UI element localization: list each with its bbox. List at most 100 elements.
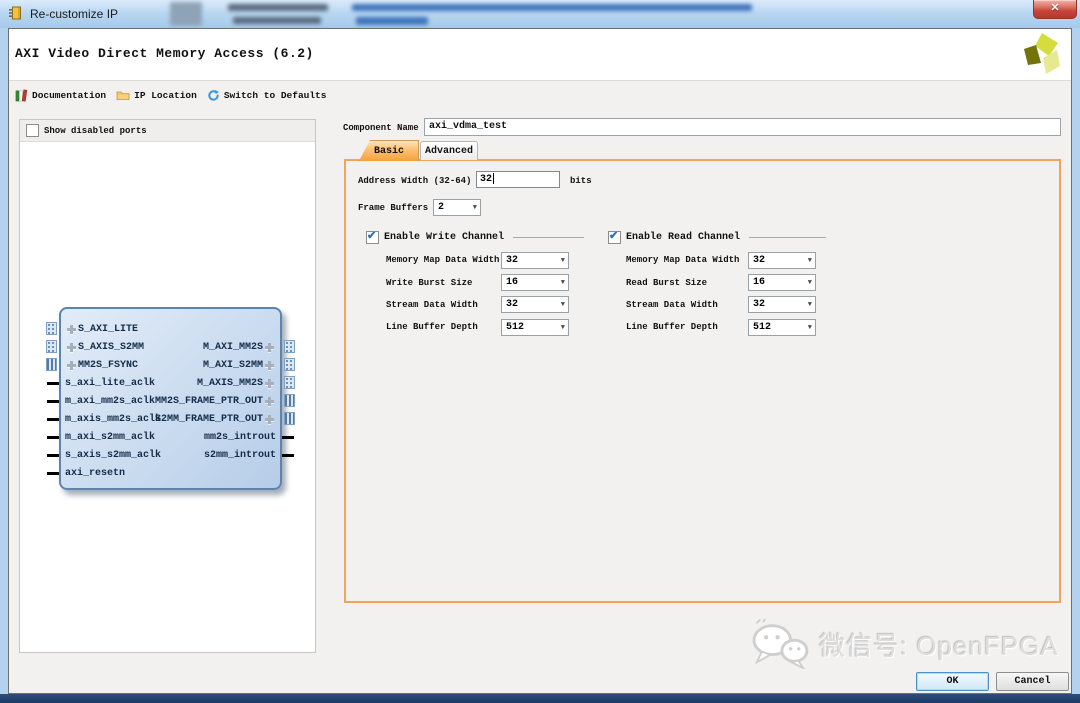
port-label: s_axis_s2mm_aclk: [65, 450, 161, 461]
write-line-buffer-depth-dropdown[interactable]: 512▼: [501, 319, 569, 336]
enable-write-channel-row: ✔ Enable Write Channel: [366, 231, 584, 244]
port-row: m_axis_mm2s_aclk: [65, 410, 161, 428]
background-window-artifact: [233, 17, 321, 24]
port-label: MM2S_FSYNC: [78, 360, 138, 371]
port-label: m_axi_s2mm_aclk: [65, 432, 155, 443]
interface-pin-icon: [46, 340, 57, 353]
toolbar: Documentation IP Location Switch to Defa…: [9, 81, 1071, 109]
port-row: S_AXI_LITE: [65, 320, 161, 338]
write-stream-data-width-dropdown[interactable]: 32▼: [501, 296, 569, 313]
watermark: 微信号: OpenFPGA: [749, 619, 1059, 669]
field-label: Read Burst Size: [626, 278, 748, 288]
dropdown-arrow-icon: ▼: [808, 257, 812, 266]
port-row: S2MM_FRAME_PTR_OUT: [155, 410, 276, 428]
page-title: AXI Video Direct Memory Access (6.2): [15, 46, 314, 61]
read-mm-data-width-dropdown[interactable]: 32▼: [748, 252, 816, 269]
expand-plus-icon[interactable]: [67, 325, 76, 334]
ip-location-button[interactable]: IP Location: [116, 89, 197, 101]
enable-write-channel-checkbox[interactable]: ✔: [366, 231, 379, 244]
block-left-ports: S_AXI_LITE S_AXIS_S2MM MM2S_FSYNC s_axi_…: [65, 320, 161, 483]
dropdown-arrow-icon: ▼: [561, 301, 565, 310]
cancel-button[interactable]: Cancel: [996, 672, 1069, 691]
field-row: Stream Data Width 32▼: [626, 294, 816, 316]
frame-buffers-dropdown[interactable]: 2 ▼: [433, 199, 481, 216]
pin-stub-icon: [47, 382, 59, 385]
port-label: M_AXI_S2MM: [203, 360, 263, 371]
dropdown-arrow-icon: ▼: [808, 324, 812, 333]
write-burst-size-dropdown[interactable]: 16▼: [501, 274, 569, 291]
write-mm-data-width-dropdown[interactable]: 32▼: [501, 252, 569, 269]
port-label: s2mm_introut: [204, 450, 276, 461]
folder-icon: [116, 89, 130, 101]
ip-chip-icon: [8, 5, 24, 21]
window-title: Re-customize IP: [30, 7, 118, 21]
pin-stub-icon: [47, 436, 59, 439]
port-diagram-panel: Show disabled ports S_AXI_LITE S_AXIS_S2…: [19, 119, 316, 653]
field-row: Line Buffer Depth 512▼: [386, 316, 569, 338]
component-name-label: Component Name: [343, 123, 419, 133]
expand-plus-icon[interactable]: [265, 361, 274, 370]
tab-basic[interactable]: Basic: [359, 140, 419, 161]
pin-stub-icon: [47, 400, 59, 403]
dropdown-arrow-icon: ▼: [561, 279, 565, 288]
expand-plus-icon[interactable]: [265, 397, 274, 406]
background-window-artifact: [228, 4, 328, 11]
read-burst-size-dropdown[interactable]: 16▼: [748, 274, 816, 291]
dialog-header: AXI Video Direct Memory Access (6.2): [9, 29, 1071, 81]
refresh-icon: [207, 89, 220, 102]
interface-pin-icon: [46, 322, 57, 335]
read-stream-data-width-dropdown[interactable]: 32▼: [748, 296, 816, 313]
interface-pin-icon: [284, 412, 295, 425]
ok-button[interactable]: OK: [916, 672, 989, 691]
field-label: Line Buffer Depth: [626, 322, 748, 332]
port-label: S_AXIS_S2MM: [78, 342, 144, 353]
read-channel-fields: Memory Map Data Width 32▼ Read Burst Siz…: [626, 249, 816, 339]
address-width-label: Address Width (32-64): [358, 176, 471, 186]
interface-pin-icon: [46, 358, 57, 371]
watermark-text: 微信号: OpenFPGA: [819, 626, 1059, 663]
tab-advanced[interactable]: Advanced: [420, 141, 478, 160]
checkmark-icon: ✔: [367, 229, 376, 242]
port-row: s_axis_s2mm_aclk: [65, 447, 161, 465]
expand-plus-icon[interactable]: [67, 361, 76, 370]
port-row: s_axi_lite_aclk: [65, 374, 161, 392]
expand-plus-icon[interactable]: [265, 415, 274, 424]
close-icon[interactable]: ✕: [1033, 0, 1077, 19]
field-label: Line Buffer Depth: [386, 322, 501, 332]
port-label: S_AXI_LITE: [78, 324, 138, 335]
expand-plus-icon[interactable]: [265, 343, 274, 352]
address-width-input[interactable]: 32: [476, 171, 560, 188]
field-label: Memory Map Data Width: [386, 255, 501, 265]
switch-to-defaults-button[interactable]: Switch to Defaults: [207, 89, 327, 102]
port-label: s_axi_lite_aclk: [65, 378, 155, 389]
xilinx-logo-icon: [1021, 32, 1061, 78]
frame-buffers-label: Frame Buffers: [358, 203, 428, 213]
window-titlebar[interactable]: Re-customize IP ✕: [0, 0, 1080, 28]
expand-plus-icon[interactable]: [67, 343, 76, 352]
block-right-ports: M_AXI_MM2S M_AXI_S2MM M_AXIS_MM2S MM2S_F…: [155, 338, 276, 465]
dropdown-arrow-icon: ▼: [561, 324, 565, 333]
show-disabled-ports-label: Show disabled ports: [44, 126, 147, 136]
background-window-artifact: [170, 2, 202, 26]
interface-pin-icon: [284, 340, 295, 353]
books-icon: [15, 89, 28, 102]
port-row: MM2S_FSYNC: [65, 356, 161, 374]
enable-read-channel-checkbox[interactable]: ✔: [608, 231, 621, 244]
pin-stub-icon: [47, 472, 59, 475]
port-row: M_AXIS_MM2S: [155, 374, 276, 392]
port-label: S2MM_FRAME_PTR_OUT: [155, 414, 263, 425]
port-label: m_axis_mm2s_aclk: [65, 414, 161, 425]
dropdown-arrow-icon: ▼: [473, 204, 477, 213]
port-row: axi_resetn: [65, 465, 161, 483]
text-caret: [493, 173, 494, 184]
read-line-buffer-depth-dropdown[interactable]: 512▼: [748, 319, 816, 336]
component-name-input[interactable]: axi_vdma_test: [424, 118, 1061, 136]
show-disabled-ports-checkbox[interactable]: [26, 124, 39, 137]
pin-stub-icon: [47, 418, 59, 421]
address-width-unit: bits: [570, 176, 592, 186]
expand-plus-icon[interactable]: [265, 379, 274, 388]
background-window-artifact: [352, 4, 752, 11]
field-label: Stream Data Width: [626, 300, 748, 310]
dropdown-arrow-icon: ▼: [808, 301, 812, 310]
documentation-button[interactable]: Documentation: [15, 89, 106, 102]
